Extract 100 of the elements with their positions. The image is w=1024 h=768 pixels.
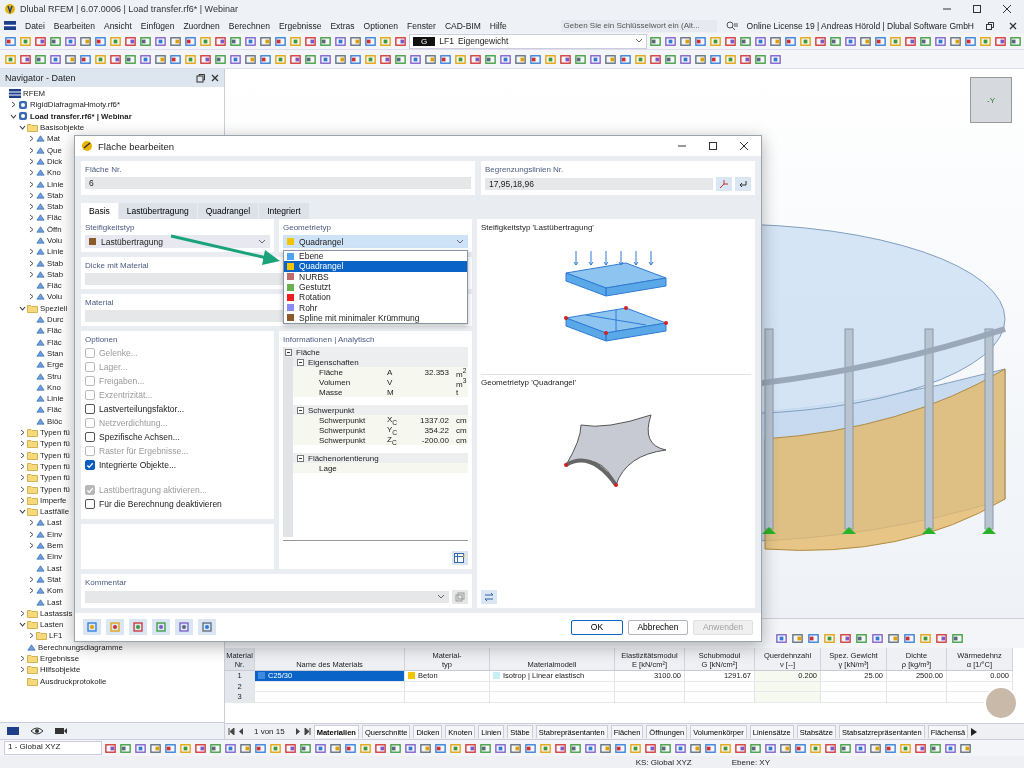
- load-case-selector[interactable]: G LF1 Eigengewicht: [409, 33, 647, 49]
- tool-icon[interactable]: [329, 741, 342, 755]
- pick-button[interactable]: [716, 177, 732, 191]
- dialog-button[interactable]: Abbrechen: [628, 619, 688, 635]
- dropdown-option[interactable]: Rohr: [299, 302, 318, 313]
- tool-icon[interactable]: [899, 741, 912, 755]
- tool-icon[interactable]: [887, 632, 900, 645]
- table-cell[interactable]: [255, 692, 405, 703]
- menu-item[interactable]: Einfügen: [140, 20, 175, 31]
- tree-toggle-icon[interactable]: [297, 454, 304, 462]
- tool-icon[interactable]: [319, 52, 332, 66]
- tool-icon[interactable]: [109, 34, 122, 48]
- tool-icon[interactable]: [644, 741, 657, 755]
- tool-icon[interactable]: [334, 52, 347, 66]
- tool-icon[interactable]: [64, 52, 77, 66]
- tool-icon[interactable]: [589, 52, 602, 66]
- tool-icon[interactable]: [454, 52, 467, 66]
- dialog-tab[interactable]: Lastübertragung: [118, 203, 197, 219]
- tool-icon[interactable]: [169, 34, 182, 48]
- tool-icon[interactable]: [599, 741, 612, 755]
- tool-icon[interactable]: [364, 34, 377, 48]
- tool-icon[interactable]: [194, 741, 207, 755]
- collapse-chevron-icon[interactable]: [19, 508, 26, 516]
- tool-icon[interactable]: [214, 52, 227, 66]
- tool-icon[interactable]: [694, 34, 707, 48]
- tool-icon[interactable]: [499, 52, 512, 66]
- tool-icon[interactable]: [379, 34, 392, 48]
- tool-icon[interactable]: [344, 741, 357, 755]
- tool-icon[interactable]: [434, 741, 447, 755]
- expand-chevron-icon[interactable]: [28, 157, 35, 165]
- expand-chevron-icon[interactable]: [28, 225, 35, 233]
- expand-chevron-icon[interactable]: [28, 270, 35, 278]
- tool-icon[interactable]: [184, 34, 197, 48]
- expand-chevron-icon[interactable]: [19, 474, 26, 482]
- tool-icon[interactable]: [659, 741, 672, 755]
- tool-icon[interactable]: [749, 741, 762, 755]
- coordinate-system-dropdown[interactable]: 1 - Global XYZ: [4, 741, 102, 755]
- tool-icon[interactable]: [314, 741, 327, 755]
- tool-icon[interactable]: [807, 632, 820, 645]
- expand-chevron-icon[interactable]: [19, 462, 26, 470]
- pin-icon[interactable]: [196, 73, 205, 83]
- tool-icon[interactable]: [929, 741, 942, 755]
- expand-chevron-icon[interactable]: [19, 451, 26, 459]
- dialog-tab[interactable]: Integriert: [259, 203, 309, 219]
- tool-icon[interactable]: [919, 632, 932, 645]
- tool-icon[interactable]: [164, 741, 177, 755]
- expand-chevron-icon[interactable]: [28, 248, 35, 256]
- tool-icon[interactable]: [289, 52, 302, 66]
- search-icon[interactable]: [725, 20, 738, 31]
- view-cube[interactable]: -Y: [970, 77, 1012, 123]
- tool-icon[interactable]: [209, 741, 222, 755]
- menu-item[interactable]: CAD-BIM: [444, 20, 481, 31]
- tool-icon[interactable]: [304, 34, 317, 48]
- comment-field[interactable]: [85, 591, 449, 603]
- tool-icon[interactable]: [784, 34, 797, 48]
- tool-icon[interactable]: [94, 52, 107, 66]
- expand-chevron-icon[interactable]: [28, 530, 35, 538]
- expand-chevron-icon[interactable]: [28, 293, 35, 301]
- checkbox[interactable]: [85, 404, 95, 414]
- tool-button[interactable]: [152, 619, 170, 635]
- number-field[interactable]: 6: [85, 177, 471, 189]
- dropdown-option[interactable]: Ebene: [299, 251, 324, 262]
- tool-icon[interactable]: [289, 34, 302, 48]
- tool-icon[interactable]: [34, 52, 47, 66]
- tool-icon[interactable]: [754, 34, 767, 48]
- tool-icon[interactable]: [224, 741, 237, 755]
- tool-icon[interactable]: [914, 741, 927, 755]
- expand-chevron-icon[interactable]: [28, 135, 35, 143]
- tool-icon[interactable]: [359, 741, 372, 755]
- boundary-lines-field[interactable]: 17,95,18,96: [485, 178, 713, 190]
- tool-icon[interactable]: [964, 34, 977, 48]
- tool-icon[interactable]: [674, 741, 687, 755]
- tool-icon[interactable]: [439, 52, 452, 66]
- expand-chevron-icon[interactable]: [28, 146, 35, 154]
- menu-item[interactable]: Berechnen: [228, 20, 270, 31]
- camera-icon[interactable]: [54, 726, 68, 736]
- menu-item[interactable]: Extras: [330, 20, 355, 31]
- tool-icon[interactable]: [124, 34, 137, 48]
- tool-icon[interactable]: [394, 52, 407, 66]
- tool-icon[interactable]: [764, 741, 777, 755]
- collapse-chevron-icon[interactable]: [19, 124, 26, 132]
- tool-icon[interactable]: [903, 632, 916, 645]
- tool-icon[interactable]: [284, 741, 297, 755]
- tool-icon[interactable]: [274, 52, 287, 66]
- expand-chevron-icon[interactable]: [28, 575, 35, 583]
- checkbox[interactable]: [85, 432, 95, 442]
- tool-icon[interactable]: [464, 741, 477, 755]
- expand-chevron-icon[interactable]: [19, 485, 26, 493]
- expand-chevron-icon[interactable]: [28, 191, 35, 199]
- tool-icon[interactable]: [254, 741, 267, 755]
- expand-chevron-icon[interactable]: [28, 632, 35, 640]
- menu-item[interactable]: Ergebnisse: [278, 20, 322, 31]
- tool-icon[interactable]: [739, 52, 752, 66]
- expand-chevron-icon[interactable]: [28, 180, 35, 188]
- tool-icon[interactable]: [149, 741, 162, 755]
- tool-icon[interactable]: [49, 34, 62, 48]
- expand-chevron-icon[interactable]: [19, 440, 26, 448]
- data-tab-icon[interactable]: [6, 726, 20, 736]
- tool-icon[interactable]: [319, 34, 332, 48]
- menu-item[interactable]: Bearbeiten: [53, 20, 95, 31]
